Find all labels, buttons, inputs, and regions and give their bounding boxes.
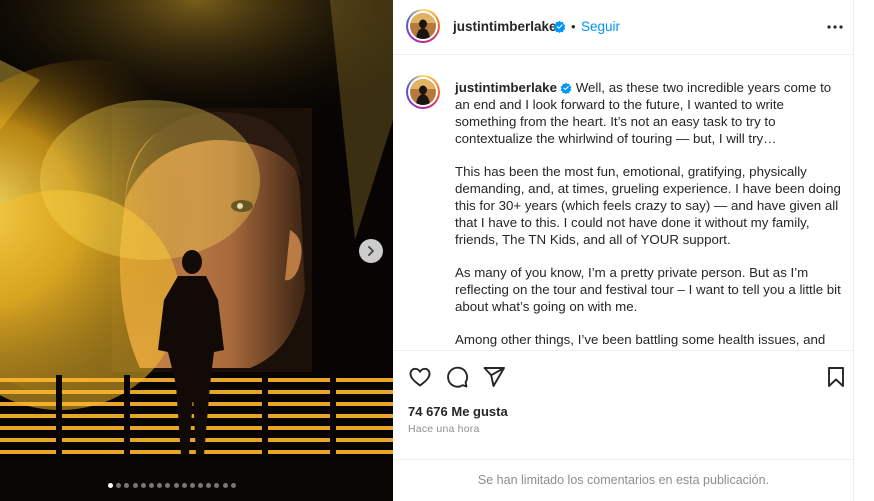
- carousel-dot: [132, 483, 138, 488]
- avatar[interactable]: [406, 75, 440, 109]
- carousel-dot: [108, 483, 113, 488]
- post-caption: justintimberlake Well, as these two incr…: [455, 79, 847, 350]
- post-sidebar: justintimberlake • Seguir justintimberla…: [393, 0, 854, 501]
- avatar[interactable]: [406, 9, 440, 43]
- carousel-indicator: [108, 483, 236, 488]
- carousel-dot: [214, 483, 220, 488]
- verified-badge-icon: [560, 82, 572, 94]
- carousel-dot: [222, 483, 228, 488]
- post-timestamp[interactable]: Hace una hora: [408, 423, 479, 435]
- carousel-dot: [116, 483, 122, 488]
- comment-icon[interactable]: [445, 365, 469, 389]
- separator-dot: •: [571, 19, 576, 34]
- verified-badge-icon: [553, 20, 566, 33]
- carousel-dot: [230, 483, 236, 488]
- instagram-post-modal: justintimberlake • Seguir justintimberla…: [0, 0, 874, 501]
- carousel-dot: [173, 483, 179, 488]
- carousel-dot: [140, 483, 146, 488]
- post-media[interactable]: [0, 0, 393, 501]
- carousel-dot: [189, 483, 195, 488]
- caption-paragraph: Among other things, I’ve been battling s…: [455, 332, 826, 350]
- caption-paragraph: This has been the most fun, emotional, g…: [455, 164, 841, 247]
- more-options-icon[interactable]: [825, 18, 845, 36]
- like-count[interactable]: 74 676 Me gusta: [408, 404, 508, 419]
- carousel-dot: [157, 483, 163, 488]
- post-actions: 74 676 Me gusta Hace una hora Se han lim…: [393, 350, 854, 500]
- chevron-right-icon: [368, 246, 374, 256]
- heart-icon[interactable]: [408, 365, 432, 389]
- carousel-dot: [181, 483, 187, 488]
- carousel-dot: [165, 483, 171, 488]
- carousel-next-button[interactable]: [359, 239, 383, 263]
- author-username[interactable]: justintimberlake: [453, 19, 557, 34]
- concert-photo: [0, 0, 393, 501]
- share-icon[interactable]: [482, 365, 506, 389]
- carousel-dot: [206, 483, 212, 488]
- carousel-dot: [148, 483, 154, 488]
- carousel-dot: [198, 483, 204, 488]
- comments-limited-notice: Se han limitado los comentarios en esta …: [393, 459, 854, 501]
- caption-section: justintimberlake Well, as these two incr…: [393, 56, 854, 350]
- caption-paragraph: As many of you know, I’m a pretty privat…: [455, 265, 841, 314]
- post-header: justintimberlake • Seguir: [393, 0, 854, 55]
- caption-username[interactable]: justintimberlake: [455, 80, 557, 95]
- follow-button[interactable]: Seguir: [581, 19, 620, 34]
- bookmark-icon[interactable]: [824, 365, 848, 389]
- carousel-dot: [124, 483, 130, 488]
